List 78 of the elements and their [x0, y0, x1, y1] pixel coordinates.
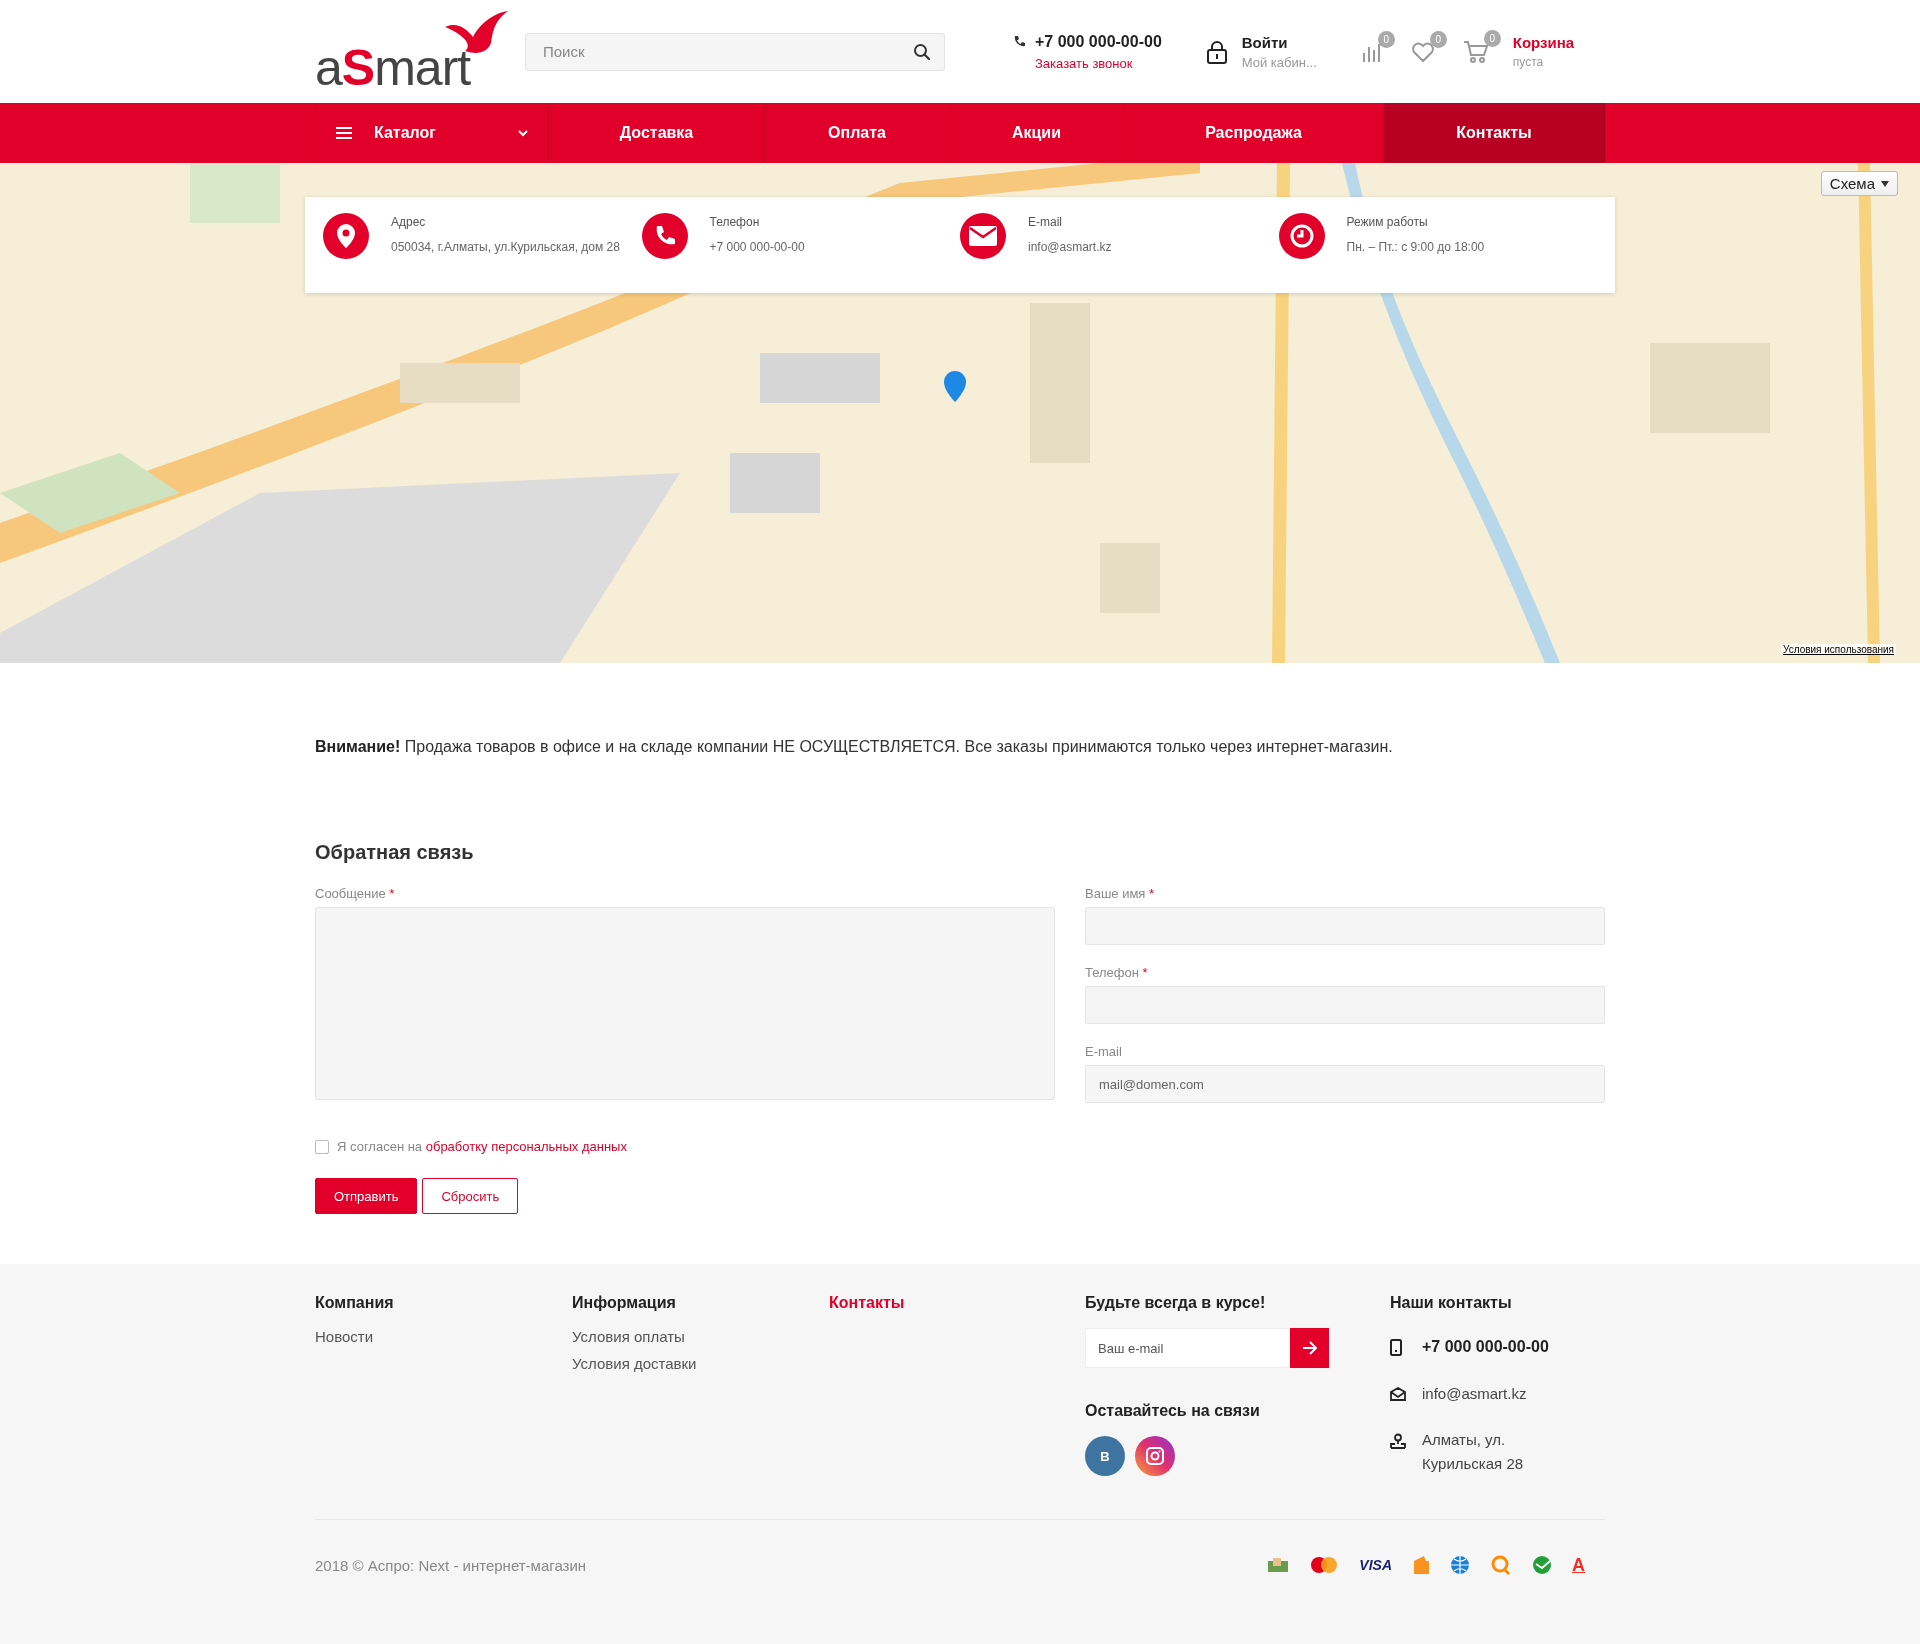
caret-icon	[1881, 180, 1889, 187]
footer-heading: Будьте всегда в курсе!	[1085, 1294, 1267, 1312]
contact-label: Телефон	[709, 214, 761, 231]
wallet-icon	[1412, 1555, 1430, 1575]
reset-button[interactable]: Сбросить	[422, 1178, 519, 1214]
ring-icon	[1490, 1554, 1512, 1576]
count-badge: 0	[1483, 29, 1501, 47]
address-text: Алматы, ул. Курильская 28	[1422, 1429, 1525, 1474]
cart-icon[interactable]	[1462, 39, 1489, 64]
callback-link[interactable]: Заказать звонок	[1035, 55, 1162, 71]
heart-icon[interactable]	[1410, 40, 1435, 63]
privacy-link[interactable]: обработку персональных данных	[425, 1139, 627, 1154]
logo[interactable]: aSmart	[315, 42, 471, 93]
input-field[interactable]	[1085, 986, 1605, 1024]
contact-value: +7 000 000-00-00	[709, 238, 805, 256]
field-label: Ваше имя *	[1085, 886, 1156, 901]
footer-link[interactable]: Условия доставки	[572, 1355, 829, 1372]
input-field[interactable]	[1085, 907, 1605, 945]
footer-heading: Информация	[572, 1294, 677, 1312]
clock-icon	[1278, 213, 1325, 259]
input-field[interactable]: mail@domen.com	[1085, 1065, 1605, 1103]
notice-text: Внимание! Продажа товаров в офисе и на складе компании НЕ ОСУЩЕСТВЛЯЕТСЯ. Все заказы принимаются только через интернет-магазин.	[315, 738, 1394, 756]
lock-icon[interactable]	[1205, 39, 1228, 64]
arrow-right-button[interactable]	[1290, 1328, 1329, 1368]
camera-button[interactable]	[1135, 1436, 1175, 1476]
vk-button[interactable]: В	[1085, 1436, 1125, 1476]
footer-link[interactable]: Условия оплаты	[572, 1328, 829, 1345]
email-link[interactable]: info@asmart.kz	[1422, 1381, 1552, 1406]
contact-value: 050034, г.Алматы, ул.Курильская, дом 28	[391, 238, 620, 256]
card-logo-icon	[1309, 1556, 1340, 1574]
account-link[interactable]: Мой кабин...	[1241, 54, 1317, 70]
camera-icon[interactable]	[1146, 1447, 1164, 1465]
field-label: Телефон *	[1085, 965, 1149, 980]
menu-icon[interactable]	[336, 127, 352, 139]
section-heading: Обратная связь	[315, 841, 475, 864]
field-label: E-mail	[1085, 1044, 1123, 1059]
footer-heading: Компания	[315, 1294, 395, 1312]
login-link[interactable]: Войти	[1241, 33, 1317, 51]
count-badge: 0	[1377, 30, 1395, 48]
footer-link[interactable]: Новости	[315, 1328, 572, 1345]
contact-label: Режим работы	[1346, 214, 1429, 231]
cart-status: пуста	[1512, 55, 1545, 69]
visa-logo: VISA	[1359, 1557, 1392, 1573]
count-badge: 0	[1429, 30, 1447, 48]
arrow-right-icon[interactable]	[1301, 1341, 1318, 1355]
submit-button[interactable]: Отправить	[315, 1178, 418, 1214]
checkbox[interactable]	[315, 1139, 329, 1154]
nav-tab[interactable]: Контакты	[1384, 103, 1605, 163]
phone-icon	[641, 213, 688, 259]
phone-icon	[1013, 35, 1025, 48]
field-label: Сообщение *	[315, 886, 396, 901]
footer-heading: Оставайтесь на связи	[1085, 1402, 1261, 1420]
phone-number[interactable]: +7 000 000-00-00	[1035, 32, 1162, 51]
envelope-icon	[960, 213, 1006, 259]
consent-text: Я согласен на обработку персональных данных	[337, 1139, 627, 1154]
banknote-icon	[1267, 1557, 1290, 1573]
message-field[interactable]	[315, 907, 1055, 1100]
chevron-down-icon	[518, 129, 528, 137]
location-pin-icon	[323, 213, 369, 259]
phone-number[interactable]: +7 000 000-00-00	[1422, 1334, 1552, 1360]
globe-icon	[1450, 1555, 1470, 1575]
cart-link[interactable]: Корзина	[1512, 34, 1575, 51]
copyright-text: 2018 © Аспро: Next - интернет-магазин	[315, 1556, 587, 1574]
contact-label: E-mail	[1028, 214, 1063, 231]
map-layer-dropdown[interactable]: Схема	[1820, 171, 1898, 196]
email-field[interactable]: Ваш e-mail	[1085, 1328, 1290, 1368]
envelope-icon	[1390, 1386, 1406, 1401]
search-icon[interactable]	[913, 42, 931, 61]
terms-link[interactable]: Условия использования	[1781, 644, 1896, 655]
footer-heading[interactable]: Контакты	[829, 1294, 1085, 1312]
contact-label: Адрес	[391, 214, 427, 231]
contact-value: info@asmart.kz	[1028, 238, 1112, 256]
bank-logo: А	[1572, 1554, 1585, 1576]
contact-value: Пн. – Пт.: с 9:00 до 18:00	[1346, 238, 1485, 256]
search-field[interactable]: Поиск	[525, 32, 945, 71]
footer-heading: Наши контакты	[1390, 1294, 1513, 1312]
mobile-phone-icon	[1390, 1339, 1402, 1356]
location-icon	[1390, 1432, 1406, 1449]
